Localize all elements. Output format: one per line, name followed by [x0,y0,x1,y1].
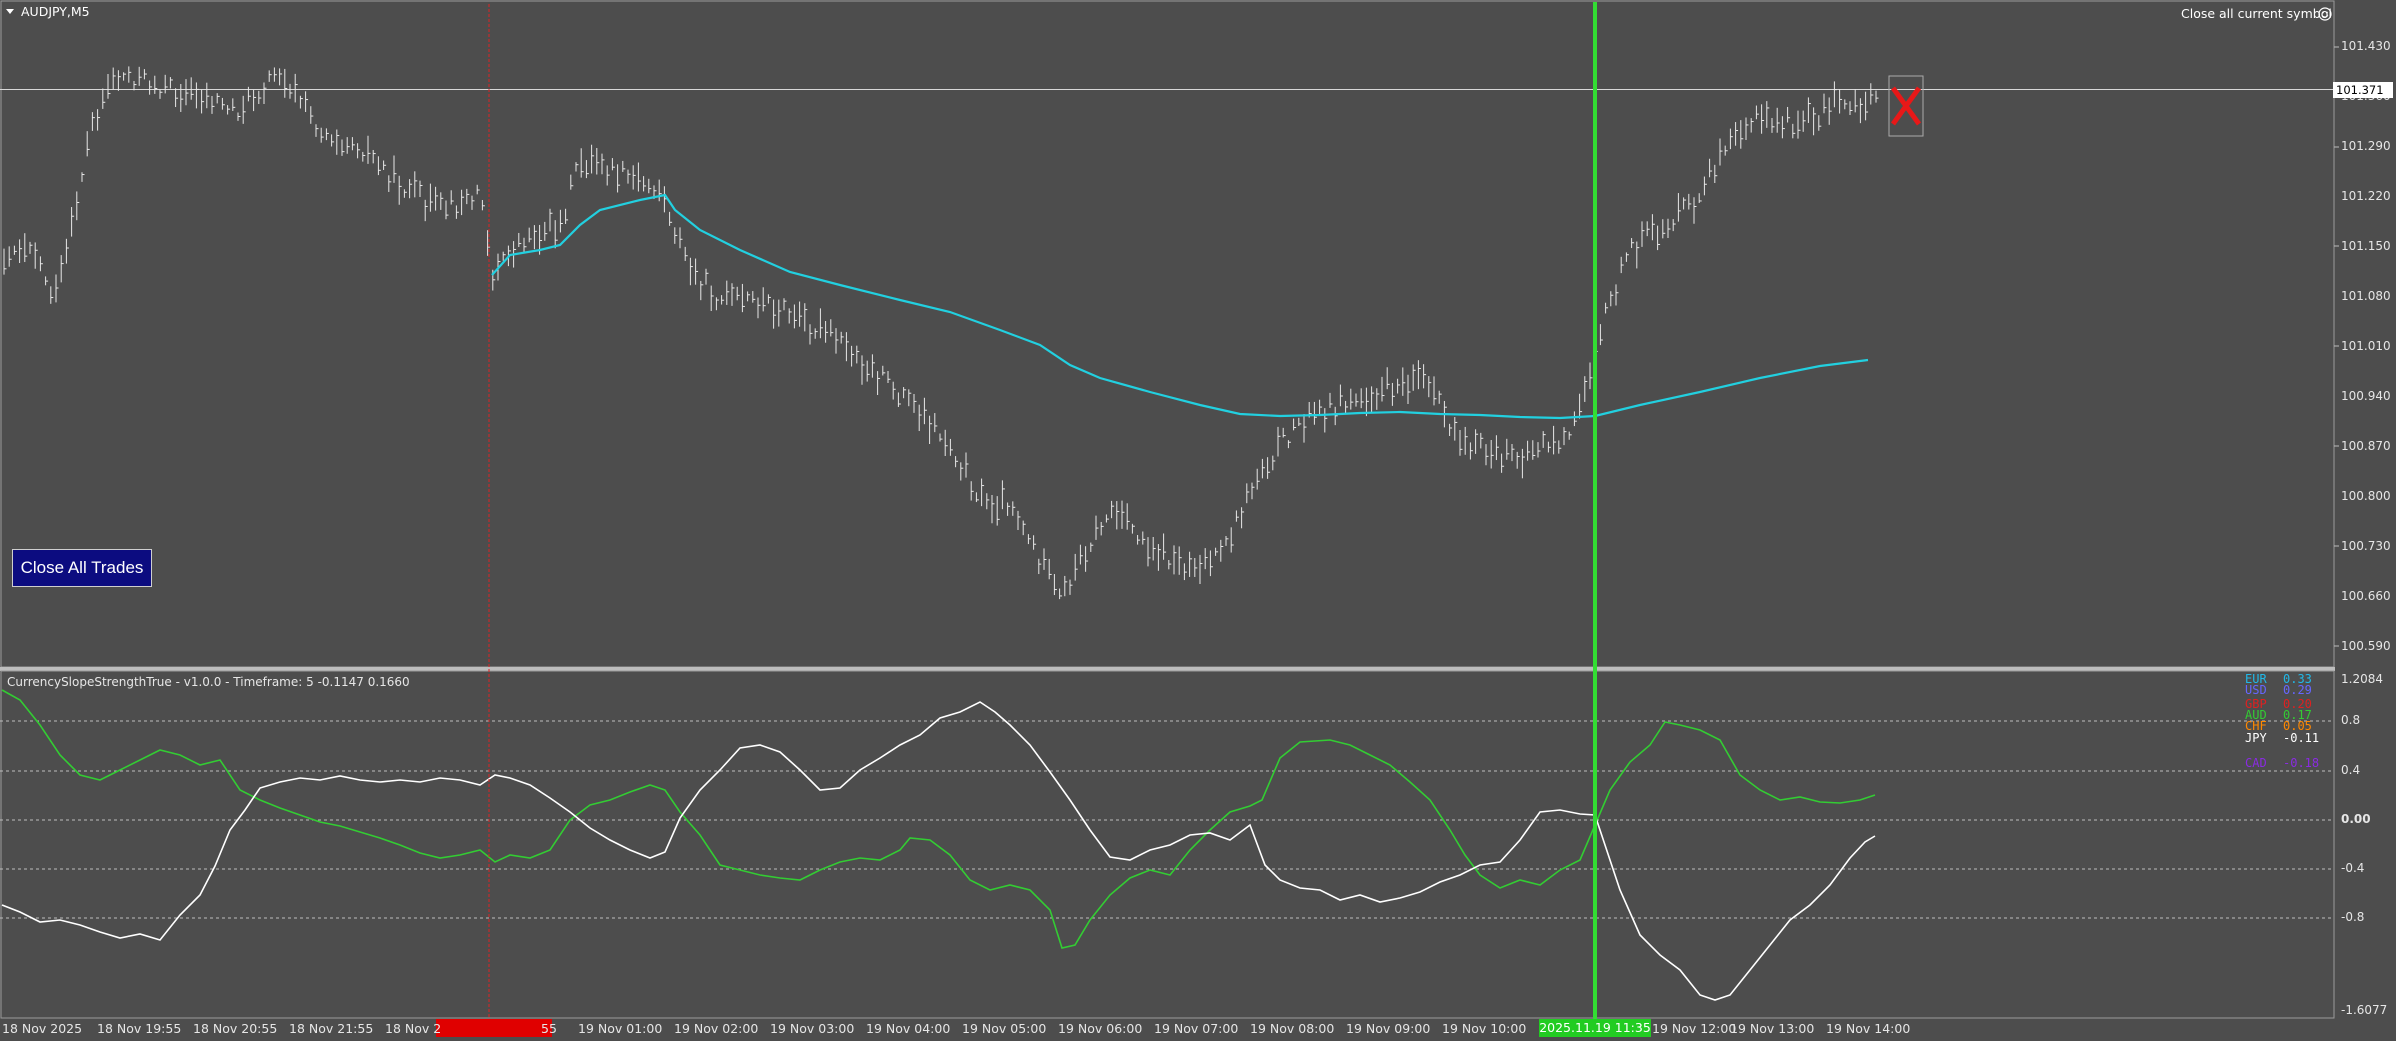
price-axis-label: 101.150 [2341,239,2391,253]
indicator-levels [0,720,2334,919]
time-axis-label: 55 [541,1021,557,1036]
indicator-axis-label: 0.4 [2341,763,2361,777]
indicator-axis-label: -1.6077 [2341,1003,2388,1017]
indicator-axis-label: 1.2084 [2341,672,2383,686]
close-all-symbol-label[interactable]: Close all current symbol [2181,6,2332,22]
price-bars [3,66,1879,600]
price-axis-label: 101.080 [2341,289,2391,303]
price-axis-label: 101.430 [2341,39,2391,53]
time-axis-label: 19 Nov 04:00 [866,1021,951,1036]
indicator-axis-label: -0.4 [2341,861,2365,875]
time-axis-label: 18 Nov 2025 [2,1021,83,1036]
close-all-trades-button[interactable]: Close All Trades [12,549,152,587]
time-axis-label: 19 Nov 05:00 [962,1021,1047,1036]
price-axis-label: 100.940 [2341,389,2391,403]
time-axis-label: 19 Nov 03:00 [770,1021,855,1036]
time-axis-label: 19 Nov 06:00 [1058,1021,1143,1036]
indicator-axis-label: 0.8 [2341,713,2361,727]
time-axis-label: 18 Nov 20:55 [193,1021,278,1036]
red-time-marker [436,1019,552,1037]
time-axis-label: 18 Nov 19:55 [97,1021,182,1036]
time-axis-label: 19 Nov 12:00 [1652,1021,1737,1036]
price-axis-label: 101.010 [2341,339,2391,353]
price-axis-label: 101.220 [2341,189,2391,203]
price-pane-border [0,0,2335,668]
time-axis-label: 18 Nov 2 [385,1021,442,1036]
time-axis-label: 19 Nov 07:00 [1154,1021,1239,1036]
legend-cad: CAD -0.18 [2245,756,2320,770]
trade-close-icon[interactable] [1888,75,1924,137]
time-axis-label: 19 Nov 14:00 [1826,1021,1911,1036]
time-axis-label: 19 Nov 08:00 [1250,1021,1335,1036]
price-axis-label: 100.590 [2341,639,2391,653]
symbol-label[interactable]: AUDJPY,M5 [21,4,90,20]
time-axis-label: 18 Nov 21:55 [289,1021,374,1036]
legend-jpy: JPY -0.11 [2245,731,2320,745]
pane-separator [0,667,2335,671]
time-axis-label: 19 Nov 10:00 [1442,1021,1527,1036]
indicator-axis-label: -0.8 [2341,910,2365,924]
price-axis-label: 100.800 [2341,489,2391,503]
price-axis-label: 101.290 [2341,139,2391,153]
moving-average-line [491,193,1869,420]
chart-canvas[interactable] [0,0,2396,1041]
current-price-tag: 101.371 [2333,82,2393,98]
legend-usd: USD 0.29 [2245,683,2312,697]
time-axis-label: 19 Nov 13:00 [1730,1021,1815,1036]
axis-ticks [2334,46,2339,647]
price-axis-label: 100.660 [2341,589,2391,603]
time-axis-label: 19 Nov 09:00 [1346,1021,1431,1036]
price-axis-label: 100.730 [2341,539,2391,553]
triangle-down-icon [6,9,14,14]
highlight-time-label: 2025.11.19 11:35 [1539,1019,1651,1037]
indicator-title: CurrencySlopeStrengthTrue - v1.0.0 - Tim… [7,675,410,689]
price-axis-label: 100.870 [2341,439,2391,453]
indicator-pane-border [0,670,2335,1019]
time-axis-label: 19 Nov 02:00 [674,1021,759,1036]
indicator-axis-label: 0.00 [2341,812,2371,826]
time-axis-label: 19 Nov 01:00 [578,1021,663,1036]
